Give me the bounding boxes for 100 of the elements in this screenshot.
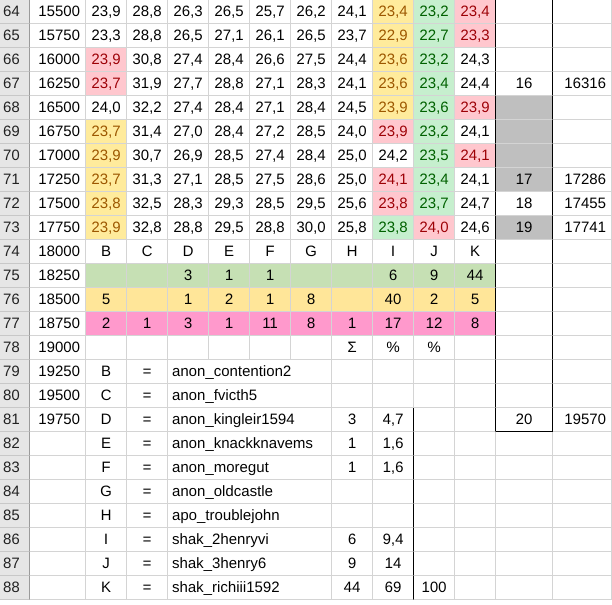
table-cell: 28,4 <box>209 48 250 72</box>
row-header[interactable]: 86 <box>0 528 30 552</box>
row-header[interactable]: 85 <box>0 504 30 528</box>
table-cell: 23,2 <box>414 48 455 72</box>
table-cell: 23,7 <box>86 120 127 144</box>
name-cell: shak_richiii1592 <box>168 576 332 600</box>
table-cell: G <box>86 480 127 504</box>
row-header[interactable]: 76 <box>0 288 30 312</box>
table-cell: 19 <box>496 216 553 240</box>
table-cell: 1 <box>209 312 250 336</box>
table-cell: 32,8 <box>127 216 168 240</box>
row-header[interactable]: 74 <box>0 240 30 264</box>
table-cell: 28,8 <box>250 216 291 240</box>
table-cell: 9,4 <box>373 528 414 552</box>
row-header[interactable]: 88 <box>0 576 30 600</box>
table-cell: 23,9 <box>86 144 127 168</box>
table-cell: 26,1 <box>250 24 291 48</box>
table-cell: 24,3 <box>455 48 496 72</box>
table-cell: 14 <box>373 552 414 576</box>
table-cell: 28,4 <box>209 96 250 120</box>
table-cell: 24,0 <box>414 216 455 240</box>
table-cell: 9 <box>332 552 373 576</box>
row-header[interactable]: 77 <box>0 312 30 336</box>
row-header[interactable]: 73 <box>0 216 30 240</box>
table-cell: 28,4 <box>209 120 250 144</box>
table-cell: 23,3 <box>455 24 496 48</box>
table-cell: 6 <box>332 528 373 552</box>
table-cell: 1,6 <box>373 456 414 480</box>
row-header[interactable]: 64 <box>0 0 30 24</box>
row-header[interactable]: 81 <box>0 408 30 432</box>
table-cell: 44 <box>455 264 496 288</box>
table-cell: 6 <box>373 264 414 288</box>
table-cell: 23,7 <box>86 72 127 96</box>
table-cell: % <box>373 336 414 360</box>
table-cell: 1 <box>127 312 168 336</box>
row-header[interactable]: 80 <box>0 384 30 408</box>
table-cell: 27,5 <box>291 48 332 72</box>
row-header[interactable]: 70 <box>0 144 30 168</box>
table-cell: 30,8 <box>127 48 168 72</box>
table-cell: = <box>127 432 168 456</box>
table-cell: = <box>127 456 168 480</box>
table-cell: 23,4 <box>455 0 496 24</box>
table-cell: C <box>86 384 127 408</box>
table-cell: 31,3 <box>127 168 168 192</box>
table-cell: 16500 <box>30 96 86 120</box>
row-header[interactable]: 71 <box>0 168 30 192</box>
table-cell: 44 <box>332 576 373 600</box>
table-cell: 23,5 <box>414 144 455 168</box>
table-cell: 24,1 <box>373 168 414 192</box>
name-cell: anon_knackknavems <box>168 432 332 456</box>
table-cell: 5 <box>455 288 496 312</box>
name-cell: anon_moregut <box>168 456 332 480</box>
table-cell: 26,5 <box>168 24 209 48</box>
row-header[interactable]: 75 <box>0 264 30 288</box>
table-cell: 26,6 <box>250 48 291 72</box>
row-header[interactable]: 87 <box>0 552 30 576</box>
table-cell: 28,5 <box>209 144 250 168</box>
table-cell: 31,4 <box>127 120 168 144</box>
table-cell: 24,7 <box>455 192 496 216</box>
table-cell: B <box>86 360 127 384</box>
table-cell: 23,8 <box>373 192 414 216</box>
row-header[interactable]: 67 <box>0 72 30 96</box>
table-cell: 5 <box>86 288 127 312</box>
row-header[interactable]: 84 <box>0 480 30 504</box>
table-cell: 2 <box>209 288 250 312</box>
table-cell: 27,5 <box>250 168 291 192</box>
table-cell: 3 <box>168 312 209 336</box>
table-cell: 28,5 <box>291 120 332 144</box>
table-cell: 1 <box>168 288 209 312</box>
table-cell: 69 <box>373 576 414 600</box>
table-cell: 20 <box>496 408 553 432</box>
table-cell: % <box>414 336 455 360</box>
name-cell: shak_2henryvi <box>168 528 332 552</box>
table-cell: 17741 <box>553 216 612 240</box>
table-cell: 19250 <box>30 360 86 384</box>
table-cell: 27,4 <box>250 144 291 168</box>
table-cell: = <box>127 504 168 528</box>
row-header[interactable]: 82 <box>0 432 30 456</box>
table-cell: 24,1 <box>455 144 496 168</box>
table-cell: 19000 <box>30 336 86 360</box>
row-header[interactable]: 68 <box>0 96 30 120</box>
table-cell: 28,5 <box>250 192 291 216</box>
table-cell: 23,6 <box>373 72 414 96</box>
table-cell: 28,3 <box>291 72 332 96</box>
row-header[interactable]: 78 <box>0 336 30 360</box>
row-header[interactable]: 83 <box>0 456 30 480</box>
table-cell: Σ <box>332 336 373 360</box>
row-header[interactable]: 66 <box>0 48 30 72</box>
table-cell: J <box>86 552 127 576</box>
row-header[interactable]: 69 <box>0 120 30 144</box>
row-header[interactable]: 65 <box>0 24 30 48</box>
table-cell: 26,5 <box>209 0 250 24</box>
name-cell: anon_kingleir1594 <box>168 408 332 432</box>
table-cell: 27,1 <box>168 168 209 192</box>
table-cell: = <box>127 528 168 552</box>
row-header[interactable]: 79 <box>0 360 30 384</box>
table-cell: = <box>127 576 168 600</box>
row-header[interactable]: 72 <box>0 192 30 216</box>
table-cell: 29,3 <box>209 192 250 216</box>
table-cell: 25,0 <box>332 144 373 168</box>
